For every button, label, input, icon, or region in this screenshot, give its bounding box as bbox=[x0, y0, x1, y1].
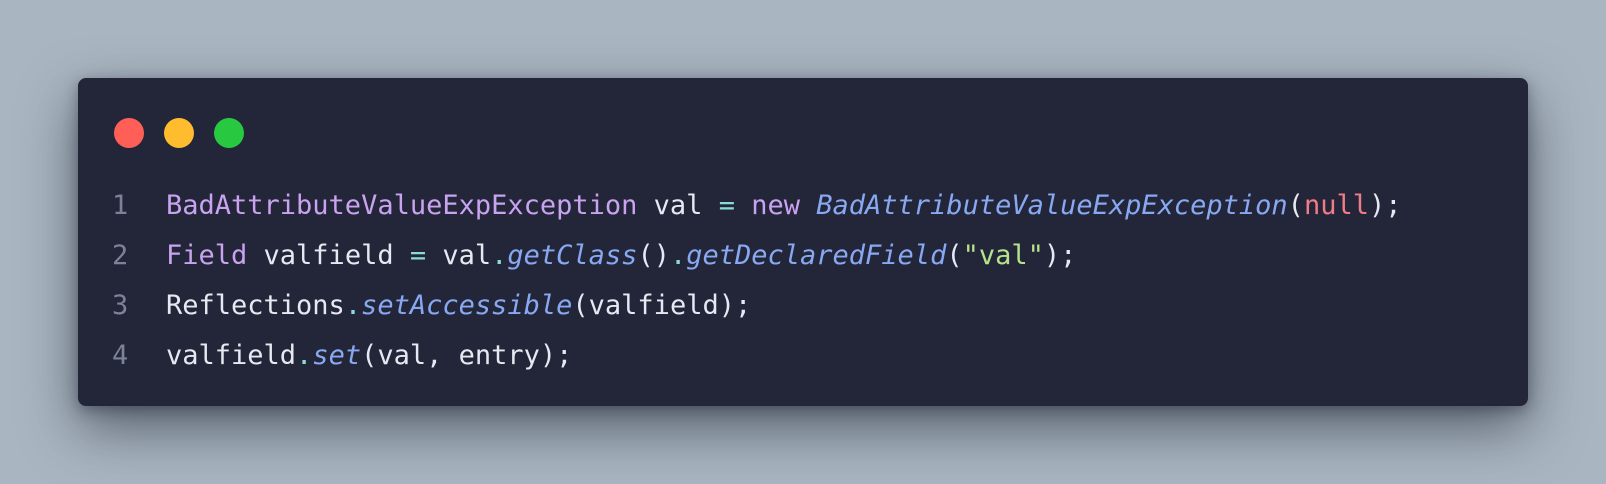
line-number: 3 bbox=[112, 289, 129, 321]
code-window: 1 BadAttributeValueExpException val = new… bbox=[78, 78, 1528, 406]
code-token-punct: ( bbox=[946, 239, 963, 271]
code-text: Reflections.setAccessible(valfield); bbox=[166, 290, 751, 321]
code-token-punct: () bbox=[637, 239, 670, 271]
code-token-operator: . bbox=[491, 239, 508, 271]
line-number: 1 bbox=[112, 189, 129, 221]
code-token-method: getDeclaredField bbox=[686, 239, 947, 271]
code-token-type: Field bbox=[166, 239, 248, 271]
code-token-plain: val bbox=[637, 189, 719, 221]
code-token-punct: (valfield); bbox=[572, 289, 752, 321]
line-number: 2 bbox=[112, 239, 129, 271]
code-token-punct: (val, entry); bbox=[361, 339, 573, 371]
code-token-operator: = bbox=[718, 189, 735, 221]
code-token-operator: = bbox=[409, 239, 427, 271]
code-token-method: BadAttributeValueExpException bbox=[816, 189, 1288, 221]
code-token-punct: ); bbox=[1043, 239, 1077, 271]
code-token-plain: val bbox=[426, 239, 492, 271]
code-token-method: set bbox=[312, 339, 362, 371]
code-text: BadAttributeValueExpException val = new … bbox=[166, 190, 1401, 221]
code-token-string: "val" bbox=[962, 239, 1044, 271]
code-token-plain: valfield bbox=[247, 239, 410, 271]
code-line: 3 Reflections.setAccessible(valfield); bbox=[112, 280, 1508, 330]
code-line: 4 valfield.set(val, entry); bbox=[112, 330, 1508, 380]
code-token-type: BadAttributeValueExpException bbox=[166, 189, 638, 221]
code-token-operator: . bbox=[296, 339, 313, 371]
code-line: 2 Field valfield = val.getClass().getDecl… bbox=[112, 230, 1508, 280]
code-text: Field valfield = val.getClass().getDecla… bbox=[166, 240, 1076, 271]
close-dot-icon[interactable] bbox=[114, 118, 144, 148]
code-token-plain: valfield bbox=[166, 339, 297, 371]
zoom-dot-icon[interactable] bbox=[214, 118, 244, 148]
code-block[interactable]: 1 BadAttributeValueExpException val = new… bbox=[112, 180, 1508, 380]
line-number: 4 bbox=[112, 339, 129, 371]
code-token-operator: . bbox=[344, 289, 362, 321]
code-text: valfield.set(val, entry); bbox=[166, 340, 572, 371]
code-token-keyword: new bbox=[751, 189, 800, 221]
code-token-punct: ( bbox=[1287, 189, 1304, 221]
code-token-punct: ); bbox=[1368, 189, 1402, 221]
code-line: 1 BadAttributeValueExpException val = new… bbox=[112, 180, 1508, 230]
window-controls bbox=[114, 118, 244, 148]
code-token-operator: . bbox=[669, 239, 687, 271]
code-token-null: null bbox=[1303, 189, 1369, 221]
code-token-method: setAccessible bbox=[361, 289, 573, 321]
code-token-method: getClass bbox=[507, 239, 638, 271]
minimize-dot-icon[interactable] bbox=[164, 118, 194, 148]
code-token-plain: Reflections bbox=[166, 289, 345, 321]
